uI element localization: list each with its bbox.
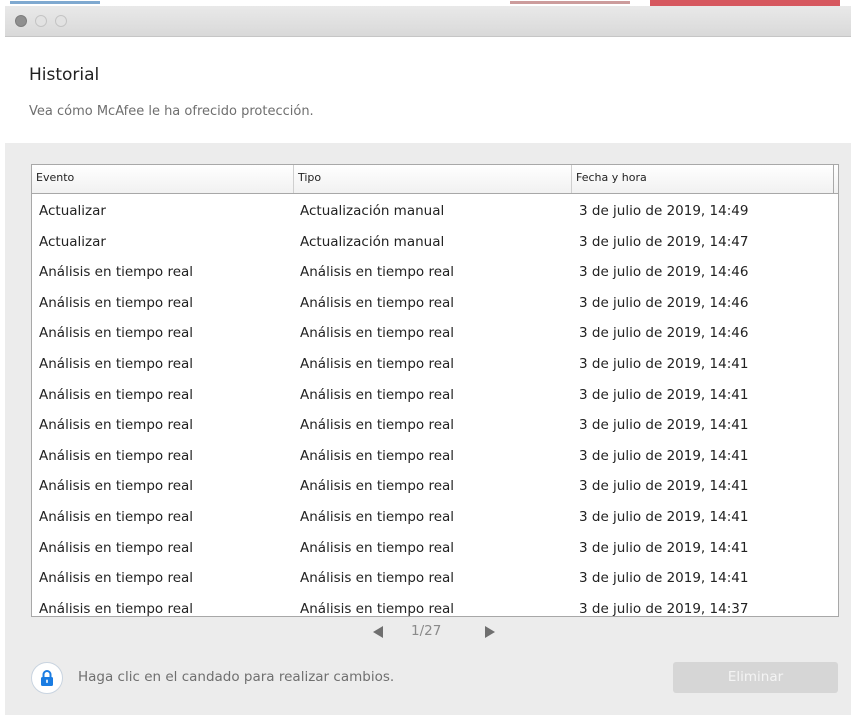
table-row[interactable]: Análisis en tiempo real Análisis en tiemp… — [32, 385, 838, 416]
cell-tipo: Análisis en tiempo real — [300, 264, 455, 281]
cell-evento: Análisis en tiempo real — [39, 478, 194, 495]
cell-evento: Análisis en tiempo real — [39, 386, 194, 403]
delete-button[interactable]: Eliminar — [673, 662, 838, 693]
cell-tipo: Análisis en tiempo real — [300, 447, 455, 464]
cell-evento: Actualizar — [39, 233, 106, 250]
cell-fecha: 3 de julio de 2019, 14:46 — [579, 264, 749, 281]
cell-fecha: 3 de julio de 2019, 14:41 — [579, 386, 749, 403]
cell-tipo: Actualización manual — [300, 233, 445, 250]
cell-evento: Análisis en tiempo real — [39, 539, 194, 556]
cell-fecha: 3 de julio de 2019, 14:47 — [579, 233, 749, 250]
cell-evento: Análisis en tiempo real — [39, 325, 194, 342]
cell-tipo: Análisis en tiempo real — [300, 417, 455, 434]
cell-evento: Análisis en tiempo real — [39, 600, 194, 617]
cell-fecha: 3 de julio de 2019, 14:41 — [579, 539, 749, 556]
table-row[interactable]: Análisis en tiempo real Análisis en tiemp… — [32, 323, 838, 354]
cell-tipo: Análisis en tiempo real — [300, 386, 455, 403]
cell-fecha: 3 de julio de 2019, 14:37 — [579, 600, 749, 617]
close-window-icon[interactable] — [15, 15, 27, 27]
title-bar[interactable] — [5, 6, 851, 37]
cell-tipo: Análisis en tiempo real — [300, 325, 455, 342]
page-subtitle: Vea cómo McAfee le ha ofrecido protecció… — [29, 104, 314, 119]
cell-fecha: 3 de julio de 2019, 14:41 — [579, 355, 749, 372]
lock-button[interactable] — [31, 662, 63, 694]
cell-tipo: Análisis en tiempo real — [300, 570, 455, 587]
history-table[interactable]: Evento Tipo Fecha y hora Actualizar Actua… — [31, 164, 839, 617]
lock-icon — [41, 670, 53, 686]
page-header: Historial Vea cómo McAfee le ha ofrecido… — [5, 37, 851, 143]
cell-tipo: Análisis en tiempo real — [300, 539, 455, 556]
cell-fecha: 3 de julio de 2019, 14:46 — [579, 325, 749, 342]
cell-tipo: Análisis en tiempo real — [300, 508, 455, 525]
table-row[interactable]: Actualizar Actualización manual 3 de julio… — [32, 232, 838, 263]
table-row[interactable]: Análisis en tiempo real Análisis en tiemp… — [32, 599, 838, 617]
table-body: Actualizar Actualización manual 3 de julio… — [32, 201, 838, 617]
cell-fecha: 3 de julio de 2019, 14:41 — [579, 447, 749, 464]
background-blue-text — [10, 1, 100, 4]
cell-tipo: Análisis en tiempo real — [300, 294, 455, 311]
page-title: Historial — [29, 65, 100, 85]
cell-fecha: 3 de julio de 2019, 14:41 — [579, 417, 749, 434]
cell-fecha: 3 de julio de 2019, 14:41 — [579, 508, 749, 525]
pagination: 1/27 — [373, 623, 523, 643]
table-row[interactable]: Análisis en tiempo real Análisis en tiemp… — [32, 476, 838, 507]
cell-tipo: Análisis en tiempo real — [300, 478, 455, 495]
table-row[interactable]: Análisis en tiempo real Análisis en tiemp… — [32, 354, 838, 385]
table-row[interactable]: Actualizar Actualización manual 3 de julio… — [32, 201, 838, 232]
table-row[interactable]: Análisis en tiempo real Análisis en tiemp… — [32, 446, 838, 477]
minimize-window-icon[interactable] — [35, 15, 47, 27]
table-row[interactable]: Análisis en tiempo real Análisis en tiemp… — [32, 568, 838, 599]
table-row[interactable]: Análisis en tiempo real Análisis en tiemp… — [32, 415, 838, 446]
cell-evento: Análisis en tiempo real — [39, 570, 194, 587]
maximize-window-icon[interactable] — [55, 15, 67, 27]
cell-fecha: 3 de julio de 2019, 14:41 — [579, 570, 749, 587]
table-row[interactable]: Análisis en tiempo real Análisis en tiemp… — [32, 293, 838, 324]
table-row[interactable]: Análisis en tiempo real Análisis en tiemp… — [32, 507, 838, 538]
column-header-fecha[interactable]: Fecha y hora — [572, 165, 834, 193]
cell-tipo: Actualización manual — [300, 203, 445, 219]
cell-evento: Análisis en tiempo real — [39, 355, 194, 372]
page-indicator: 1/27 — [411, 623, 442, 639]
cell-fecha: 3 de julio de 2019, 14:49 — [579, 203, 749, 219]
cell-evento: Análisis en tiempo real — [39, 294, 194, 311]
cell-evento: Análisis en tiempo real — [39, 264, 194, 281]
cell-fecha: 3 de julio de 2019, 14:41 — [579, 478, 749, 495]
table-row[interactable]: Análisis en tiempo real Análisis en tiemp… — [32, 538, 838, 569]
lock-hint-text: Haga clic en el candado para realizar ca… — [78, 669, 395, 685]
next-page-icon[interactable] — [485, 626, 495, 638]
background-gray-text — [510, 1, 630, 4]
column-header-evento[interactable]: Evento — [32, 165, 294, 193]
cell-fecha: 3 de julio de 2019, 14:46 — [579, 294, 749, 311]
column-header-tipo[interactable]: Tipo — [294, 165, 572, 193]
previous-page-icon[interactable] — [373, 626, 383, 638]
cell-tipo: Análisis en tiempo real — [300, 600, 455, 617]
cell-tipo: Análisis en tiempo real — [300, 355, 455, 372]
table-header: Evento Tipo Fecha y hora — [32, 165, 838, 194]
cell-evento: Análisis en tiempo real — [39, 447, 194, 464]
cell-evento: Análisis en tiempo real — [39, 508, 194, 525]
history-window: Historial Vea cómo McAfee le ha ofrecido… — [5, 6, 851, 715]
table-row[interactable]: Análisis en tiempo real Análisis en tiemp… — [32, 262, 838, 293]
cell-evento: Análisis en tiempo real — [39, 417, 194, 434]
cell-evento: Actualizar — [39, 203, 106, 219]
